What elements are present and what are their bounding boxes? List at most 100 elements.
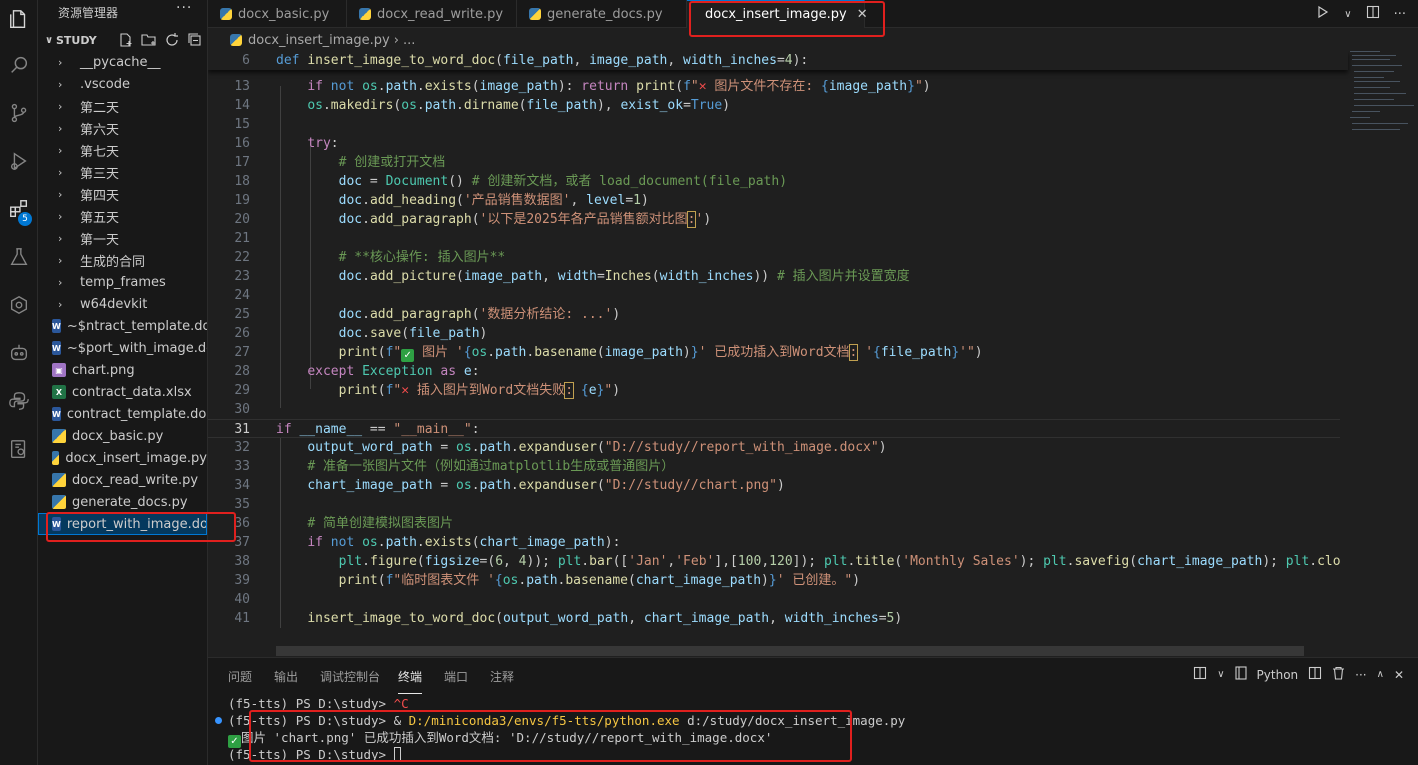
tree-file[interactable]: generate_docs.py (38, 491, 207, 513)
terminal-line[interactable]: (f5-tts) PS D:\study> ^C (228, 695, 409, 712)
run-icon[interactable] (1316, 5, 1330, 23)
settings-sync-icon[interactable] (0, 430, 38, 468)
python-icon[interactable] (0, 382, 38, 420)
horizontal-scrollbar[interactable] (276, 646, 1304, 656)
code-line[interactable]: 20 doc.add_paragraph('以下是2025年各产品销售额对比图:… (208, 210, 1348, 229)
code-line[interactable]: 15 (208, 115, 1348, 134)
code-line[interactable]: 26 doc.save(file_path) (208, 324, 1348, 343)
tab-docx-read-write[interactable]: docx_read_write.py (347, 0, 517, 28)
tab-generate-docs[interactable]: generate_docs.py (517, 0, 687, 28)
code-line[interactable]: 35 (208, 495, 1348, 514)
workspace-root[interactable]: ∨ STUDY (42, 30, 208, 50)
code-line[interactable]: 16 try: (208, 134, 1348, 153)
code-line[interactable]: 22 # **核心操作: 插入图片** (208, 248, 1348, 267)
code-line[interactable]: 17 # 创建或打开文档 (208, 153, 1348, 172)
chevron-down-icon[interactable]: ∨ (1344, 9, 1351, 20)
code-line[interactable]: 33 # 准备一张图片文件（例如通过matplotlib生成或普通图片） (208, 457, 1348, 476)
tree-folder[interactable]: › 第三天 (38, 161, 207, 183)
tab-ports[interactable]: 端口 (444, 658, 468, 694)
testing-icon[interactable] (0, 238, 38, 276)
terminal-line[interactable]: (f5-tts) PS D:\study> & D:/miniconda3/en… (228, 712, 905, 729)
breadcrumb-file[interactable]: docx_insert_image.py (248, 33, 390, 48)
close-icon[interactable]: ✕ (857, 7, 868, 22)
minimap[interactable] (1340, 51, 1418, 655)
code-line[interactable]: 41 insert_image_to_word_doc(output_word_… (208, 609, 1348, 628)
code-line[interactable]: 28 except Exception as e: (208, 362, 1348, 381)
sticky-scroll-line[interactable]: 6 def insert_image_to_word_doc(file_path,… (208, 51, 1348, 70)
code-line[interactable]: 14 os.makedirs(os.path.dirname(file_path… (208, 96, 1348, 115)
more-actions-icon[interactable]: ··· (176, 0, 192, 16)
code-editor[interactable]: 6 def insert_image_to_word_doc(file_path,… (208, 51, 1418, 655)
code-line[interactable]: 18 doc = Document() # 创建新文档，或者 load_docu… (208, 172, 1348, 191)
more-actions-icon[interactable]: ··· (1355, 668, 1366, 682)
code-line[interactable]: 40 (208, 590, 1348, 609)
tree-folder[interactable]: › 第五天 (38, 205, 207, 227)
explorer-icon[interactable] (0, 0, 38, 38)
remote-explorer-icon[interactable] (0, 286, 38, 324)
command-status-dot[interactable] (215, 717, 222, 724)
search-icon[interactable] (0, 46, 38, 84)
code-line[interactable]: 19 doc.add_heading('产品销售数据图', level=1) (208, 191, 1348, 210)
code-line[interactable]: 13 if not os.path.exists(image_path): re… (208, 77, 1348, 96)
code-line[interactable]: 23 doc.add_picture(image_path, width=Inc… (208, 267, 1348, 286)
new-terminal-icon[interactable] (1193, 666, 1207, 683)
tab-debug-console[interactable]: 调试控制台 (320, 658, 380, 694)
code-line[interactable]: 39 print(f"临时图表文件 '{os.path.basename(cha… (208, 571, 1348, 590)
refresh-icon[interactable] (164, 32, 180, 48)
tree-folder[interactable]: › 第七天 (38, 139, 207, 161)
tree-folder[interactable]: › 生成的合同 (38, 249, 207, 271)
tree-folder[interactable]: › temp_frames (38, 271, 207, 293)
code-line[interactable]: 32 output_word_path = os.path.expanduser… (208, 438, 1348, 457)
chevron-down-icon[interactable]: ∨ (1217, 669, 1224, 680)
tree-folder[interactable]: › 第六天 (38, 117, 207, 139)
code-line[interactable]: 38 plt.figure(figsize=(6, 4)); plt.bar([… (208, 552, 1364, 571)
new-file-icon[interactable] (118, 32, 134, 48)
trash-icon[interactable] (1332, 666, 1345, 683)
split-terminal-icon[interactable] (1308, 666, 1322, 683)
code-line[interactable]: 27 print(f" ✓ 图片 '{os.path.basename(image… (208, 343, 1348, 362)
tree-file[interactable]: docx_basic.py (38, 425, 207, 447)
maximize-panel-icon[interactable]: ∧ (1377, 669, 1384, 680)
new-folder-icon[interactable] (141, 32, 157, 48)
tree-folder[interactable]: › 第四天 (38, 183, 207, 205)
code-line[interactable]: 36 # 简单创建模拟图表图片 (208, 514, 1348, 533)
split-editor-icon[interactable] (1366, 5, 1380, 23)
copilot-icon[interactable] (0, 334, 38, 372)
tab-problems[interactable]: 问题 (228, 658, 252, 694)
tree-folder[interactable]: › w64devkit (38, 293, 207, 315)
code-line[interactable]: 37 if not os.path.exists(chart_image_pat… (208, 533, 1348, 552)
tree-file[interactable]: Wcontract_template.docx (38, 403, 207, 425)
code-line[interactable]: 30 (208, 400, 1348, 419)
tab-output[interactable]: 输出 (274, 658, 298, 694)
terminal-shell-label[interactable]: Python (1257, 668, 1299, 682)
tree-file[interactable]: W~$port_with_image.docx (38, 337, 207, 359)
tree-file[interactable]: docx_read_write.py (38, 469, 207, 491)
collapse-all-icon[interactable] (187, 32, 203, 48)
code-line-current[interactable]: 31 if __name__ == "__main__": (208, 419, 1348, 438)
tree-folder[interactable]: › 第二天 (38, 95, 207, 117)
extensions-icon[interactable]: 5 (0, 190, 38, 228)
tree-file-selected[interactable]: Wreport_with_image.docx (38, 513, 207, 535)
tab-terminal[interactable]: 终端 (398, 660, 423, 694)
run-debug-icon[interactable] (0, 142, 38, 180)
tree-folder[interactable]: › .vscode (38, 73, 207, 95)
terminal-line[interactable]: (f5-tts) PS D:\study> (228, 746, 401, 763)
code-line[interactable]: 25 doc.add_paragraph('数据分析结论: ...') (208, 305, 1348, 324)
code-line[interactable]: 34 chart_image_path = os.path.expanduser… (208, 476, 1348, 495)
tab-docx-insert-image[interactable]: docx_insert_image.py ✕ (687, 0, 868, 28)
tree-file[interactable]: ▣ chart.png (38, 359, 207, 381)
close-icon[interactable]: ✕ (1394, 668, 1404, 682)
tree-folder[interactable]: › 第一天 (38, 227, 207, 249)
more-actions-icon[interactable]: ··· (1394, 7, 1406, 22)
tree-file[interactable]: docx_insert_image.py (38, 447, 207, 469)
terminal-line[interactable]: ✓ 图片 'chart.png' 已成功插入到Word文档: 'D://study… (228, 729, 772, 748)
code-line[interactable]: 29 print(f"✕ 插入图片到Word文档失败: {e}") (208, 381, 1348, 400)
tab-comments[interactable]: 注释 (490, 658, 514, 694)
source-control-icon[interactable] (0, 94, 38, 132)
tree-file[interactable]: Xcontract_data.xlsx (38, 381, 207, 403)
tree-file[interactable]: W~$ntract_template.docx (38, 315, 207, 337)
tab-docx-basic[interactable]: docx_basic.py (208, 0, 347, 28)
code-line[interactable]: 24 (208, 286, 1348, 305)
code-line[interactable]: 21 (208, 229, 1348, 248)
tree-folder[interactable]: › __pycache__ (38, 51, 207, 73)
